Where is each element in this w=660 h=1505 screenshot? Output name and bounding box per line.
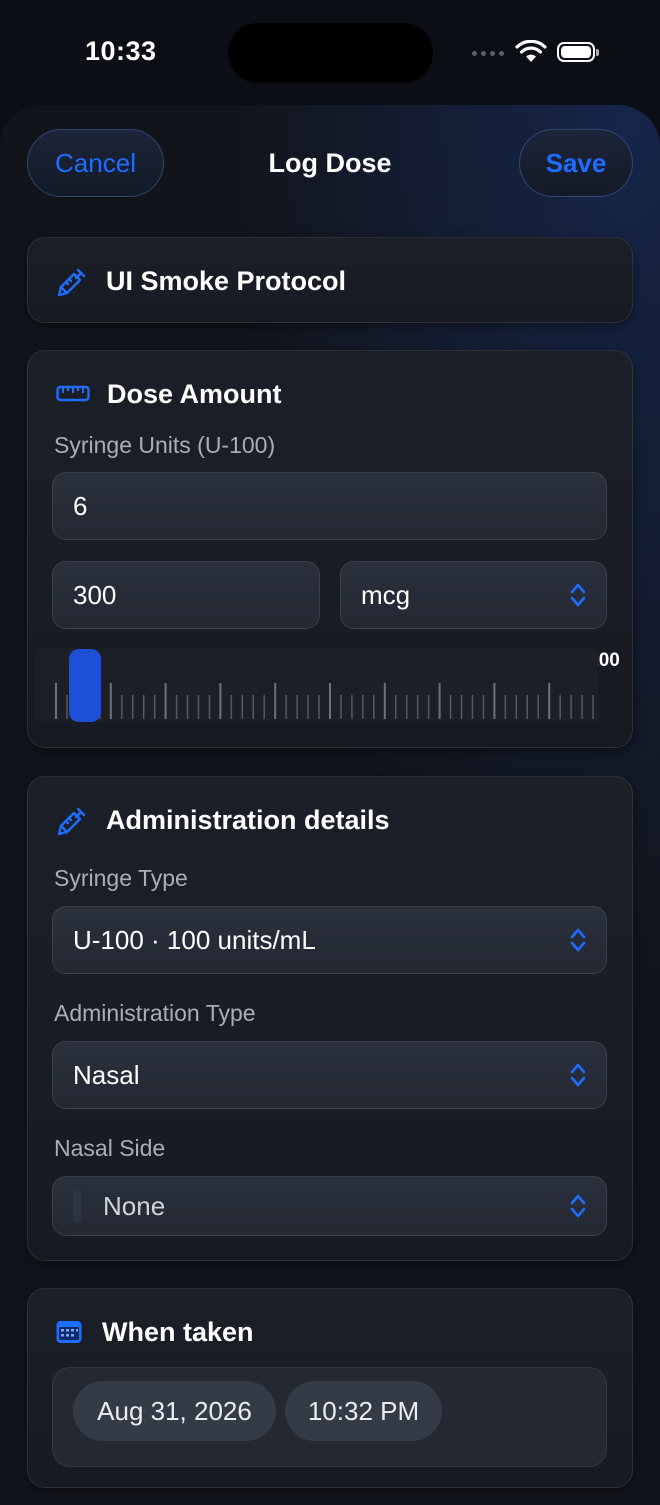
status-time: 10:33: [85, 36, 157, 66]
save-button[interactable]: Save: [519, 129, 633, 197]
syringe-icon: [57, 807, 86, 836]
time-picker-button[interactable]: 10:32 PM: [285, 1381, 442, 1441]
syringe-ruler-handle[interactable]: [68, 649, 101, 722]
dose-amount-value: 300: [73, 579, 117, 610]
syringe-type-select[interactable]: U-100 · 100 units/mL: [52, 906, 607, 974]
dose-unit-value: mcg: [361, 579, 411, 610]
protocol-name: UI Smoke Protocol: [106, 266, 347, 296]
syringe-units-input[interactable]: 6: [52, 472, 607, 540]
nasal-side-value: None: [103, 1190, 166, 1221]
syringe-units-value: 6: [73, 490, 88, 521]
dose-amount-title: Dose Amount: [107, 379, 282, 409]
cellular-signal-icon: [472, 51, 504, 56]
wifi-icon: [515, 40, 547, 62]
chevron-up-down-icon: [570, 1063, 586, 1087]
date-picker-button[interactable]: Aug 31, 2026: [73, 1381, 276, 1441]
nasal-side-label: Nasal Side: [54, 1135, 166, 1161]
administration-title: Administration details: [106, 805, 390, 835]
battery-icon: [557, 42, 599, 62]
chevron-up-down-icon: [570, 1194, 586, 1218]
calendar-icon: [56, 1321, 82, 1343]
ruler-icon: [56, 385, 90, 402]
administration-type-select[interactable]: Nasal: [52, 1041, 607, 1109]
protocol-card[interactable]: UI Smoke Protocol: [27, 237, 633, 323]
syringe-ruler-slider[interactable]: [35, 649, 598, 722]
chevron-up-down-icon: [570, 928, 586, 952]
nasal-side-indicator: [73, 1189, 81, 1223]
syringe-icon: [57, 268, 86, 297]
chevron-up-down-icon: [570, 583, 586, 607]
status-bar: 10:33: [0, 0, 660, 105]
syringe-type-value: U-100 · 100 units/mL: [73, 924, 316, 955]
dose-amount-input[interactable]: 300: [52, 561, 320, 629]
nasal-side-select[interactable]: None: [52, 1176, 607, 1236]
dose-unit-select[interactable]: mcg: [340, 561, 607, 629]
when-taken-title: When taken: [102, 1317, 254, 1347]
administration-type-value: Nasal: [73, 1059, 140, 1090]
dynamic-island: [228, 23, 433, 83]
syringe-ruler-ticks: [55, 683, 594, 719]
administration-type-label: Administration Type: [54, 1000, 256, 1026]
syringe-type-label: Syringe Type: [54, 865, 188, 891]
syringe-units-label: Syringe Units (U-100): [54, 432, 276, 458]
